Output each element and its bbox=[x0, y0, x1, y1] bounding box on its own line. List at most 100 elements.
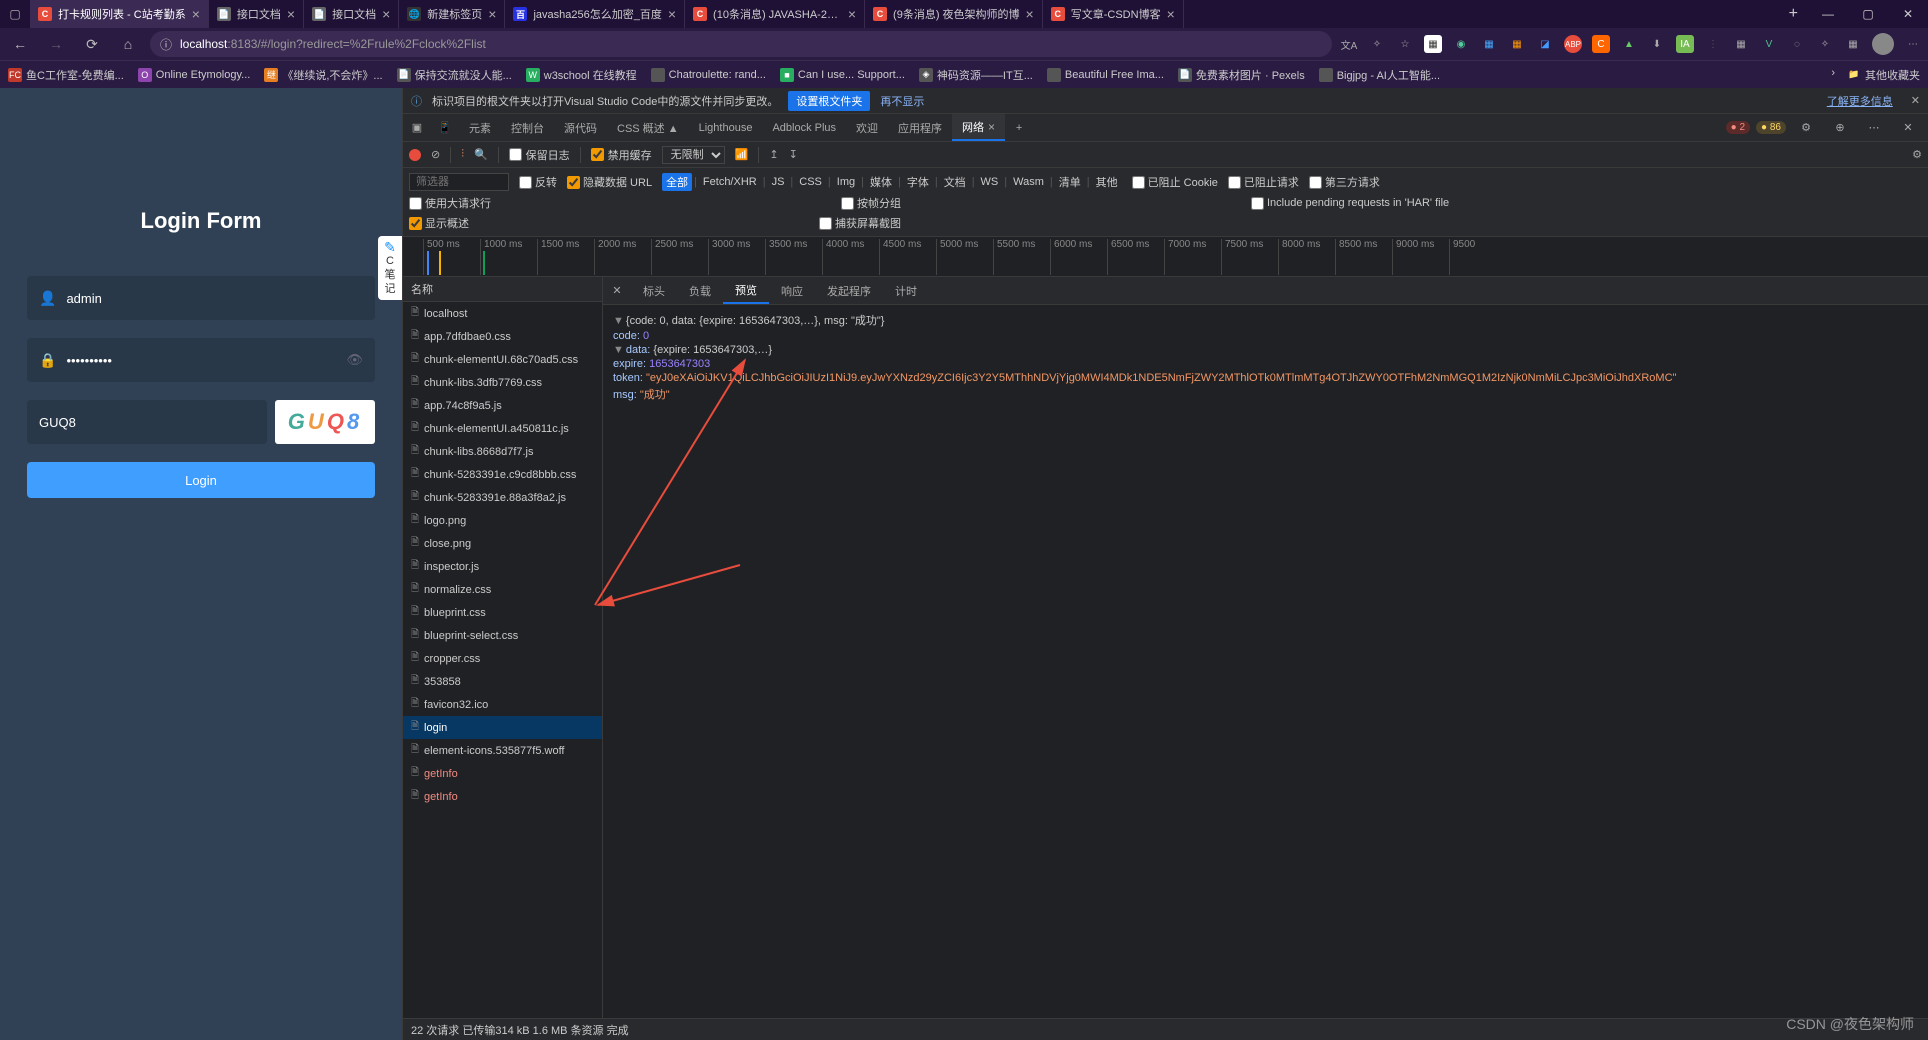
app-menu-icon[interactable]: ▢ bbox=[8, 7, 22, 21]
filter-type[interactable]: 媒体 bbox=[866, 173, 896, 191]
star-icon[interactable]: ☆ bbox=[1396, 35, 1414, 53]
request-item[interactable]: 🗎chunk-5283391e.88a3f8a2.js bbox=[403, 486, 602, 509]
ext-icon-1[interactable]: ▦ bbox=[1424, 35, 1442, 53]
ext-icon-3[interactable]: ▦ bbox=[1480, 35, 1498, 53]
new-tab-button[interactable]: + bbox=[1779, 0, 1808, 28]
bookmark-item[interactable]: OOnline Etymology... bbox=[138, 67, 251, 83]
wifi-icon[interactable]: 📶 bbox=[735, 148, 749, 161]
detail-tab[interactable]: 负载 bbox=[677, 277, 723, 304]
preserve-log-checkbox[interactable]: 保留日志 bbox=[509, 147, 570, 163]
browser-tab[interactable]: 📄接口文档× bbox=[304, 0, 399, 28]
record-button[interactable] bbox=[409, 149, 421, 161]
ext-icon-8[interactable]: IA bbox=[1676, 35, 1694, 53]
request-item[interactable]: 🗎logo.png bbox=[403, 509, 602, 532]
ext-icon-7[interactable]: ▲ bbox=[1620, 35, 1638, 53]
error-badge[interactable]: ● 2 bbox=[1726, 121, 1750, 134]
filter-type[interactable]: 字体 bbox=[903, 173, 933, 191]
device-icon[interactable]: 📱 bbox=[431, 121, 459, 134]
close-tab-icon[interactable]: × bbox=[382, 6, 390, 22]
devtools-tab[interactable]: CSS 概述 ▲ bbox=[607, 114, 689, 141]
devtools-tab[interactable]: 欢迎 bbox=[846, 114, 888, 141]
close-tab-icon[interactable]: × bbox=[988, 120, 995, 134]
close-tab-icon[interactable]: × bbox=[848, 6, 856, 22]
network-timeline[interactable]: 500 ms1000 ms1500 ms2000 ms2500 ms3000 m… bbox=[403, 237, 1928, 277]
filter-type[interactable]: 全部 bbox=[662, 173, 692, 191]
request-item[interactable]: 🗎getInfo bbox=[403, 762, 602, 785]
export-icon[interactable]: ↧ bbox=[789, 148, 798, 161]
close-detail-icon[interactable]: ✕ bbox=[603, 284, 631, 297]
request-item[interactable]: 🗎chunk-libs.3dfb7769.css bbox=[403, 371, 602, 394]
login-button[interactable]: Login bbox=[27, 462, 375, 498]
warning-badge[interactable]: ● 86 bbox=[1756, 121, 1786, 134]
request-item[interactable]: 🗎close.png bbox=[403, 532, 602, 555]
settings-icon[interactable]: ⚙ bbox=[1792, 121, 1820, 134]
info-close-icon[interactable]: ✕ bbox=[1911, 94, 1920, 107]
feedback-icon[interactable]: ⊕ bbox=[1826, 121, 1854, 134]
detail-tab[interactable]: 发起程序 bbox=[815, 277, 883, 304]
browser-tab[interactable]: C打卡规则列表 - C站考勤系× bbox=[30, 0, 209, 28]
inspect-icon[interactable]: ▣ bbox=[403, 121, 431, 134]
ext-icon-9[interactable]: ▦ bbox=[1732, 35, 1750, 53]
browser-tab[interactable]: C(9条消息) 夜色架构师的博× bbox=[865, 0, 1043, 28]
back-button[interactable]: ← bbox=[6, 30, 34, 58]
close-window-button[interactable]: ✕ bbox=[1888, 0, 1928, 28]
request-item[interactable]: 🗎localhost bbox=[403, 302, 602, 325]
profile-avatar[interactable] bbox=[1872, 33, 1894, 55]
bookmark-item[interactable]: Ww3school 在线教程 bbox=[526, 67, 637, 83]
ext-icon-2[interactable]: ◉ bbox=[1452, 35, 1470, 53]
request-item[interactable]: 🗎chunk-elementUI.a450811c.js bbox=[403, 417, 602, 440]
maximize-button[interactable]: ▢ bbox=[1848, 0, 1888, 28]
captcha-image[interactable]: GUQ8 bbox=[275, 400, 375, 444]
filter-type[interactable]: Wasm bbox=[1009, 175, 1048, 189]
close-tab-icon[interactable]: × bbox=[1026, 6, 1034, 22]
c-note-tab[interactable]: ✎C 笔 记 bbox=[378, 236, 402, 300]
favorite-icon[interactable]: ✧ bbox=[1368, 35, 1386, 53]
detail-tab[interactable]: 响应 bbox=[769, 277, 815, 304]
browser-tab[interactable]: C写文章-CSDN博客× bbox=[1043, 0, 1184, 28]
request-item[interactable]: 🗎inspector.js bbox=[403, 555, 602, 578]
request-item[interactable]: 🗎app.74c8f9a5.js bbox=[403, 394, 602, 417]
network-settings-icon[interactable]: ⚙ bbox=[1912, 148, 1922, 161]
bookmark-item[interactable]: Beautiful Free Ima... bbox=[1047, 67, 1164, 83]
home-button[interactable]: ⌂ bbox=[114, 30, 142, 58]
devtools-tab[interactable]: Lighthouse bbox=[689, 114, 763, 141]
username-field[interactable]: 👤 bbox=[27, 276, 375, 320]
request-item[interactable]: 🗎chunk-elementUI.68c70ad5.css bbox=[403, 348, 602, 371]
large-rows-checkbox[interactable]: 使用大请求行 bbox=[409, 195, 491, 211]
search-icon[interactable]: 🔍 bbox=[474, 148, 488, 161]
vue-icon[interactable]: V bbox=[1760, 35, 1778, 53]
close-devtools-icon[interactable]: ✕ bbox=[1894, 121, 1922, 134]
password-field[interactable]: 🔒 👁 bbox=[27, 338, 375, 382]
bookmark-item[interactable]: Bigjpg - AI人工智能... bbox=[1319, 67, 1440, 83]
preview-body[interactable]: ▼{code: 0, data: {expire: 1653647303,…},… bbox=[603, 305, 1928, 1018]
request-item[interactable]: 🗎favicon32.ico bbox=[403, 693, 602, 716]
captcha-field[interactable] bbox=[27, 400, 267, 444]
filter-icon[interactable]: ⫶ bbox=[461, 148, 464, 161]
minimize-button[interactable]: — bbox=[1808, 0, 1848, 28]
filter-type[interactable]: Img bbox=[833, 175, 859, 189]
devtools-tab[interactable]: 应用程序 bbox=[888, 114, 952, 141]
url-input[interactable]: ⓘ localhost:8183/#/login?redirect=%2Frul… bbox=[150, 31, 1332, 57]
detail-tab[interactable]: 标头 bbox=[631, 277, 677, 304]
add-tab-icon[interactable]: + bbox=[1005, 122, 1033, 134]
devtools-tab[interactable]: 源代码 bbox=[554, 114, 607, 141]
bookmark-item[interactable]: Chatroulette: rand... bbox=[651, 67, 766, 83]
third-party-checkbox[interactable]: 第三方请求 bbox=[1309, 174, 1380, 190]
browser-tab[interactable]: 百javasha256怎么加密_百度× bbox=[505, 0, 685, 28]
request-item[interactable]: 🗎blueprint-select.css bbox=[403, 624, 602, 647]
other-bookmarks-folder[interactable]: 📁 其他收藏夹 bbox=[1847, 67, 1920, 83]
block-req-checkbox[interactable]: 已阻止请求 bbox=[1228, 174, 1299, 190]
eye-icon[interactable]: 👁 bbox=[346, 352, 363, 368]
close-tab-icon[interactable]: × bbox=[287, 6, 295, 22]
menu-icon[interactable]: ⋯ bbox=[1904, 35, 1922, 53]
browser-tab[interactable]: 🌐新建标签页× bbox=[399, 0, 505, 28]
devtools-tab[interactable]: 网络 × bbox=[952, 114, 1005, 141]
ext-icon-10[interactable]: ◌ bbox=[1788, 35, 1806, 53]
include-pending-checkbox[interactable]: Include pending requests in 'HAR' file bbox=[1251, 197, 1449, 210]
filter-type[interactable]: CSS bbox=[795, 175, 826, 189]
filter-type[interactable]: WS bbox=[977, 175, 1003, 189]
request-item[interactable]: 🗎app.7dfdbae0.css bbox=[403, 325, 602, 348]
download-icon[interactable]: ⬇ bbox=[1648, 35, 1666, 53]
request-item[interactable]: 🗎cropper.css bbox=[403, 647, 602, 670]
abp-icon[interactable]: ABP bbox=[1564, 35, 1582, 53]
